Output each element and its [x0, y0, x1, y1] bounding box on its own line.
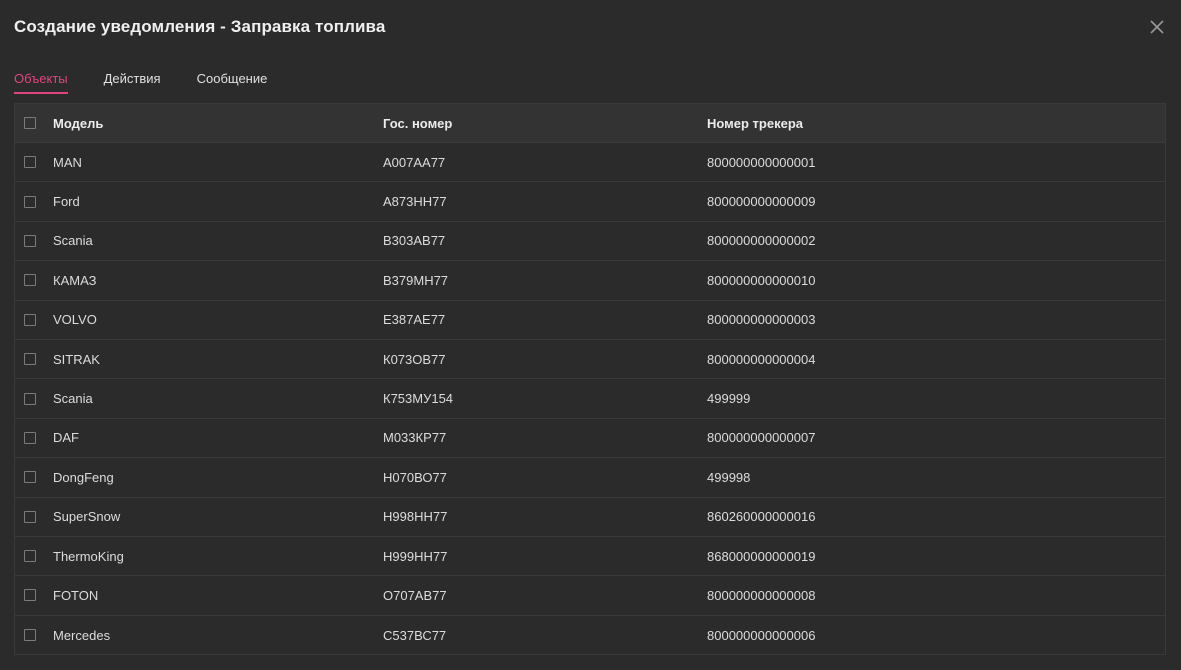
row-checkbox[interactable]: [24, 431, 36, 444]
cell-tracker: 499999: [707, 391, 751, 407]
row-checkbox[interactable]: [24, 550, 36, 563]
row-checkbox[interactable]: [24, 234, 36, 247]
table-row[interactable]: DAF М033КР77 800000000000007: [15, 419, 1165, 459]
cell-plate: В303АВ77: [383, 233, 446, 249]
cell-tracker: 800000000000003: [707, 312, 816, 328]
row-checkbox[interactable]: [24, 353, 36, 366]
cell-model: Mercedes: [53, 627, 111, 643]
table-header: Модель Гос. номер Номер трекера: [15, 104, 1165, 143]
row-checkbox[interactable]: [24, 274, 36, 287]
cell-tracker: 868000000000019: [707, 548, 816, 564]
close-button[interactable]: [1147, 17, 1167, 37]
row-checkbox[interactable]: [24, 392, 36, 405]
cell-model: FOTON: [53, 587, 99, 603]
tab-bar: Объекты Действия Сообщение: [14, 70, 303, 96]
column-header-plate[interactable]: Гос. номер: [383, 116, 707, 131]
cell-model: КАМАЗ: [53, 272, 97, 288]
notification-dialog: Создание уведомления - Заправка топлива …: [0, 0, 1181, 670]
cell-plate: А873НН77: [383, 194, 447, 210]
row-checkbox[interactable]: [24, 629, 36, 642]
cell-tracker: 800000000000009: [707, 194, 816, 210]
cell-tracker: 800000000000001: [707, 154, 816, 170]
cell-model: Scania: [53, 233, 93, 249]
cell-plate: М033КР77: [383, 430, 447, 446]
column-header-tracker[interactable]: Номер трекера: [707, 116, 1007, 131]
table-row[interactable]: Scania К753МУ154 499999: [15, 379, 1165, 419]
table-row[interactable]: Ford А873НН77 800000000000009: [15, 182, 1165, 222]
row-checkbox[interactable]: [24, 589, 36, 602]
cell-plate: Н998НН77: [383, 509, 448, 525]
table-row[interactable]: FOTON О707АВ77 800000000000008: [15, 576, 1165, 616]
cell-model: SuperSnow: [53, 509, 121, 525]
row-checkbox[interactable]: [24, 313, 36, 326]
cell-tracker: 800000000000010: [707, 272, 816, 288]
table-body: MAN А007АА77 800000000000001 Ford А873НН77 80…: [15, 143, 1165, 655]
table-row[interactable]: VOLVO Е387АЕ77 800000000000003: [15, 301, 1165, 340]
cell-model: DAF: [53, 430, 79, 446]
cell-tracker: 800000000000004: [707, 351, 816, 367]
cell-tracker: 800000000000006: [707, 627, 816, 643]
table-row[interactable]: SITRAK К073ОВ77 800000000000004: [15, 340, 1165, 380]
column-header-model[interactable]: Модель: [53, 116, 383, 131]
tab-message[interactable]: Сообщение: [197, 70, 268, 94]
cell-plate: О707АВ77: [383, 587, 447, 603]
cell-plate: С537ВС77: [383, 627, 447, 643]
cell-plate: В379МН77: [383, 272, 449, 288]
tab-actions[interactable]: Действия: [104, 70, 161, 94]
table-row[interactable]: SuperSnow Н998НН77 860260000000016: [15, 498, 1165, 537]
row-checkbox[interactable]: [24, 471, 36, 484]
cell-model: Ford: [53, 194, 80, 210]
objects-table: Модель Гос. номер Номер трекера MAN А007А…: [14, 103, 1166, 655]
row-checkbox[interactable]: [24, 510, 36, 523]
tab-objects[interactable]: Объекты: [14, 70, 68, 94]
row-checkbox[interactable]: [24, 195, 36, 208]
cell-plate: Н070ВО77: [383, 469, 447, 485]
table-row[interactable]: DongFeng Н070ВО77 499998: [15, 458, 1165, 498]
cell-plate: Н999НН77: [383, 548, 448, 564]
dialog-title: Создание уведомления - Заправка топлива: [14, 17, 386, 36]
select-all-checkbox[interactable]: [24, 117, 36, 129]
cell-model: Scania: [53, 391, 93, 407]
cell-model: DongFeng: [53, 469, 114, 485]
cell-tracker: 860260000000016: [707, 509, 816, 525]
cell-model: MAN: [53, 154, 82, 170]
cell-plate: Е387АЕ77: [383, 312, 446, 328]
table-row[interactable]: Scania В303АВ77 800000000000002: [15, 222, 1165, 262]
table-row[interactable]: MAN А007АА77 800000000000001: [15, 143, 1165, 183]
cell-model: ThermoKing: [53, 548, 124, 564]
cell-plate: К753МУ154: [383, 391, 454, 407]
cell-model: SITRAK: [53, 351, 100, 367]
cell-plate: А007АА77: [383, 154, 446, 170]
cell-tracker: 800000000000007: [707, 430, 816, 446]
row-checkbox[interactable]: [24, 156, 36, 169]
table-row[interactable]: Mercedes С537ВС77 800000000000006: [15, 616, 1165, 655]
table-row[interactable]: КАМАЗ В379МН77 800000000000010: [15, 261, 1165, 301]
cell-plate: К073ОВ77: [383, 351, 446, 367]
cell-tracker: 800000000000002: [707, 233, 816, 249]
cell-tracker: 499998: [707, 469, 751, 485]
cell-tracker: 800000000000008: [707, 587, 816, 603]
table-row[interactable]: ThermoKing Н999НН77 868000000000019: [15, 537, 1165, 577]
close-icon: [1150, 20, 1164, 34]
cell-model: VOLVO: [53, 312, 97, 328]
